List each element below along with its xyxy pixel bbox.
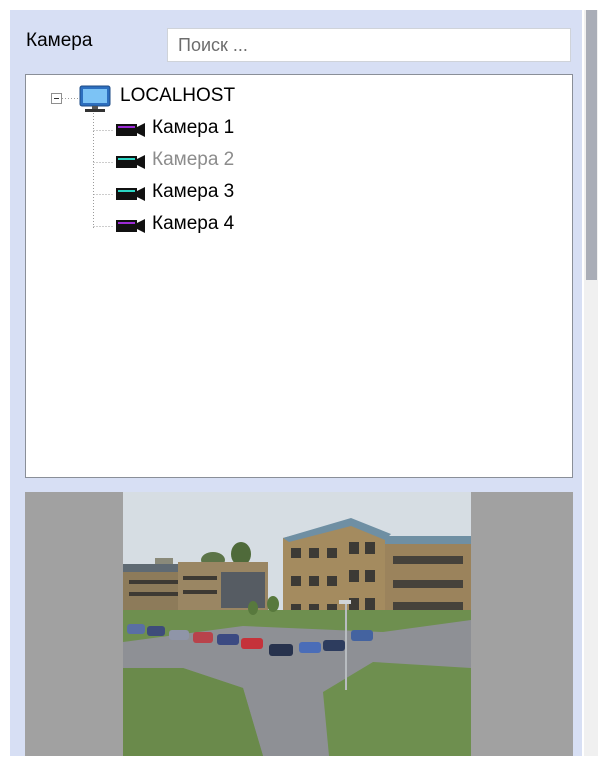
camera-icon [116, 155, 145, 169]
camera-icon [116, 187, 145, 201]
tree-node-localhost[interactable]: LOCALHOST [120, 85, 235, 107]
camera-icon [116, 219, 145, 233]
camera-tree[interactable]: LOCALHOST Камера 1 Камера 2 Камера 3 Кам… [25, 74, 573, 478]
tree-node-camera-1[interactable]: Камера 1 [152, 117, 234, 139]
tree-connector-lines [62, 98, 114, 229]
camera-preview [25, 492, 573, 756]
monitor-icon [79, 85, 111, 112]
camera-icon [116, 123, 145, 137]
collapse-toggle-icon[interactable] [51, 93, 62, 104]
tree-node-camera-3[interactable]: Камера 3 [152, 181, 234, 203]
camera-filter-label: Камера [26, 30, 93, 51]
scrollbar-thumb[interactable] [586, 10, 597, 280]
camera-selector-panel: Камера LOCALHOST Камера 1 [10, 10, 582, 756]
tree-node-camera-4[interactable]: Камера 4 [152, 213, 234, 235]
tree-node-camera-2[interactable]: Камера 2 [152, 149, 234, 171]
camera-preview-image [123, 492, 471, 756]
search-input[interactable] [167, 28, 571, 62]
